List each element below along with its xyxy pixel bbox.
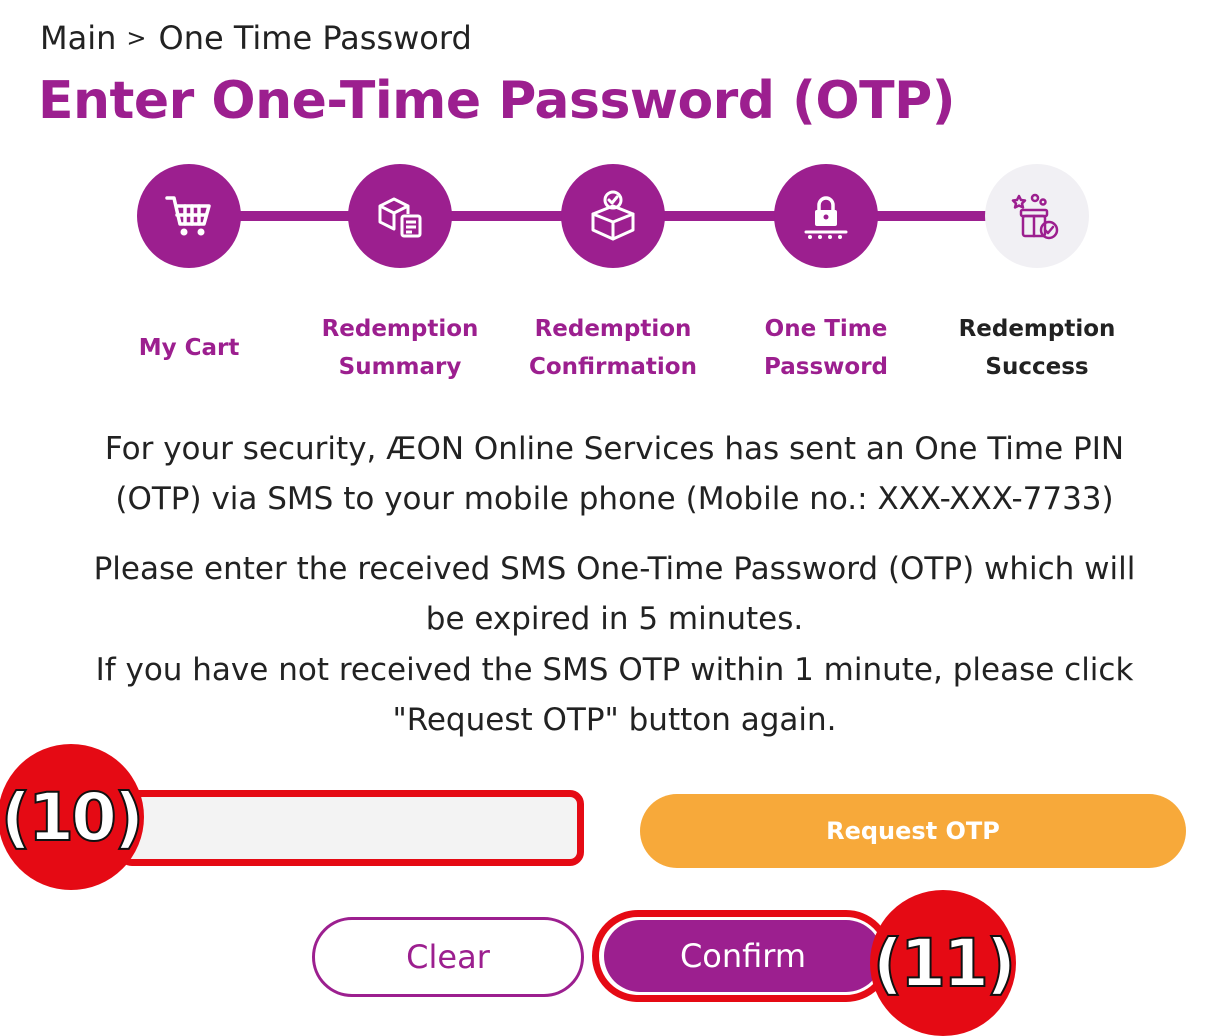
step-label-redemption-confirmation: Redemption Confirmation xyxy=(513,310,713,386)
resend-notice-line: "Request OTP" button again. xyxy=(392,702,837,738)
step-label-line: Redemption xyxy=(321,316,479,342)
breadcrumb-current: One Time Password xyxy=(158,19,472,57)
breadcrumb-home-link[interactable]: Main xyxy=(40,19,116,57)
lock-password-icon xyxy=(804,196,848,239)
security-notice: For your security, ÆON Online Services h… xyxy=(20,424,1209,524)
confirm-button[interactable]: Confirm xyxy=(604,920,882,992)
progress-stepper: My Cart Redemption Summary Redemption Co… xyxy=(0,160,1209,400)
step-label-line: Summary xyxy=(338,354,462,380)
breadcrumb-separator: > xyxy=(126,24,147,52)
step-redemption-summary xyxy=(348,164,452,268)
otp-input[interactable] xyxy=(118,790,584,866)
page-title: Enter One-Time Password (OTP) xyxy=(38,71,955,131)
step-label-line: Redemption xyxy=(958,316,1116,342)
step-one-time-password xyxy=(774,164,878,268)
expiry-notice-line: Please enter the received SMS One-Time P… xyxy=(93,551,1136,587)
clear-button[interactable]: Clear xyxy=(312,917,584,997)
request-otp-button[interactable]: Request OTP xyxy=(640,794,1186,868)
annotation-marker-10: (10) xyxy=(0,744,145,890)
annotation-marker-11: (11) xyxy=(870,890,1017,1036)
breadcrumb: Main > One Time Password xyxy=(40,18,472,58)
step-label-one-time-password: One Time Password xyxy=(726,310,926,386)
cart-icon xyxy=(165,196,211,236)
step-label-redemption-success: Redemption Success xyxy=(937,310,1137,386)
step-label-redemption-summary: Redemption Summary xyxy=(300,310,500,386)
step-label-line: My Cart xyxy=(138,335,240,361)
expiry-notice: Please enter the received SMS One-Time P… xyxy=(20,544,1209,644)
step-redemption-success xyxy=(985,164,1089,268)
expiry-notice-line: be expired in 5 minutes. xyxy=(425,601,804,637)
step-redemption-confirmation xyxy=(561,164,665,268)
step-label-line: Success xyxy=(985,354,1089,380)
step-label-line: Password xyxy=(764,354,888,380)
step-label-line: Redemption xyxy=(534,316,692,342)
step-label-my-cart: My Cart xyxy=(89,329,289,367)
resend-notice: If you have not received the SMS OTP wit… xyxy=(20,645,1209,745)
packages-summary-icon xyxy=(378,197,422,238)
step-label-line: Confirmation xyxy=(529,354,697,380)
step-label-line: One Time xyxy=(764,316,888,342)
security-notice-line: (OTP) via SMS to your mobile phone (Mobi… xyxy=(115,481,1114,517)
stepper-connector-line xyxy=(190,211,826,221)
resend-notice-line: If you have not received the SMS OTP wit… xyxy=(95,652,1134,688)
security-notice-line: For your security, ÆON Online Services h… xyxy=(104,431,1125,467)
gift-success-icon xyxy=(1011,193,1059,240)
box-check-icon xyxy=(591,190,635,241)
step-my-cart xyxy=(137,164,241,268)
